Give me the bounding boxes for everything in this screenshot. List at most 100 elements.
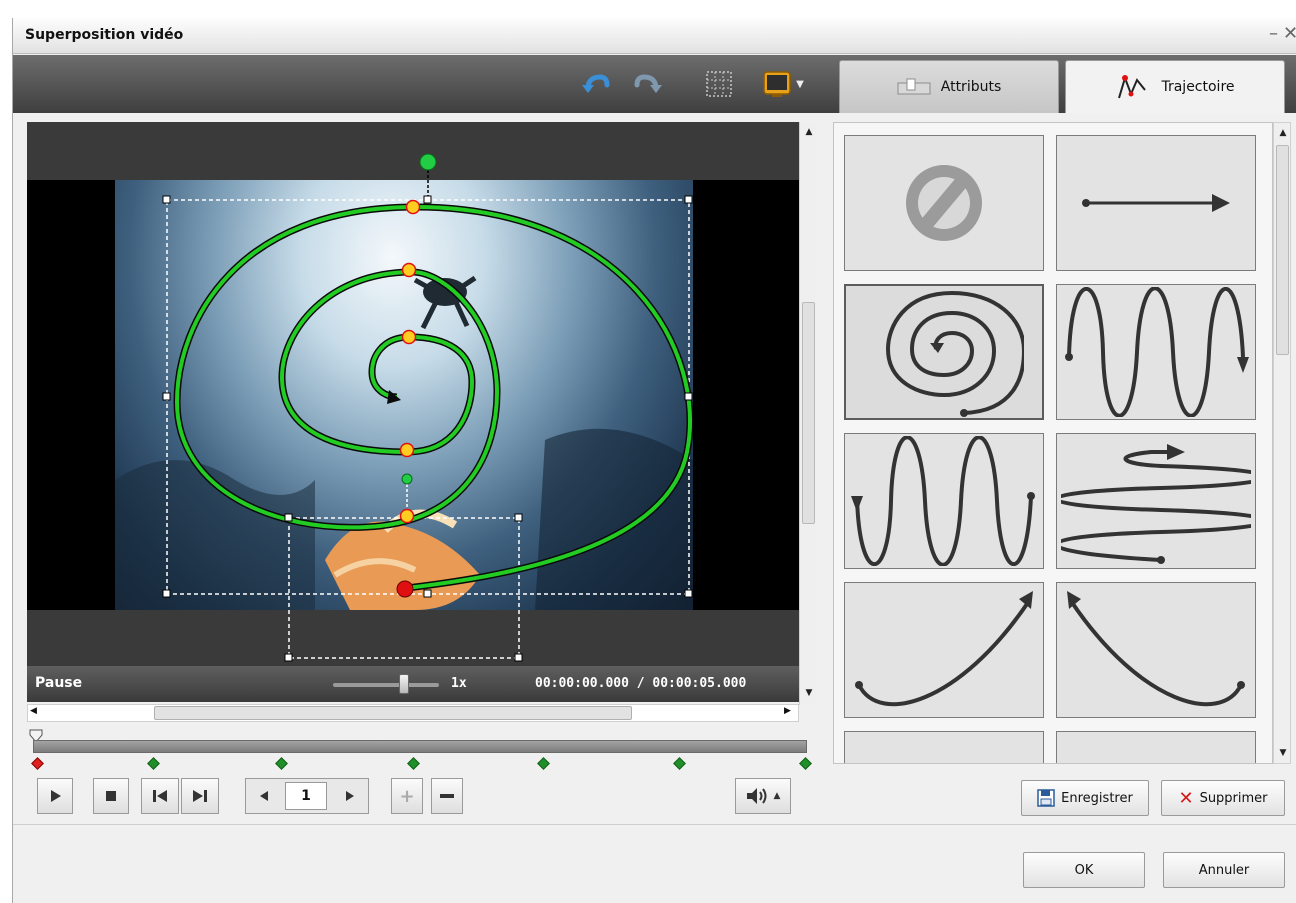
previous-keyframe-button[interactable] (141, 778, 179, 814)
attributes-icon (897, 78, 931, 95)
undo-button[interactable] (579, 68, 611, 100)
scroll-right-icon[interactable]: ▶ (784, 706, 791, 716)
plus-icon: + (399, 785, 415, 807)
tab-trajectoire[interactable]: Trajectoire (1065, 60, 1285, 113)
sine-wave-up-icon (851, 436, 1035, 566)
curve-up-left-icon (1067, 591, 1245, 707)
chevron-down-icon: ▼ (796, 78, 804, 90)
save-preset-button[interactable]: Enregistrer (1021, 780, 1149, 816)
playback-status-bar: Pause 1x 00:00:00.000 / 00:00:05.000 (27, 666, 799, 702)
minus-icon (440, 794, 454, 798)
curve-up-right-icon (855, 591, 1033, 707)
gallery-scroll-thumb[interactable] (1276, 145, 1289, 355)
redo-icon (634, 74, 662, 93)
time-readout: 00:00:00.000 / 00:00:05.000 (535, 676, 747, 691)
sine-wave-down-icon (1065, 287, 1249, 417)
redo-button[interactable] (633, 68, 665, 100)
gallery-scrollbar[interactable]: ▲ ▼ (1273, 122, 1291, 764)
speaker-icon (746, 788, 767, 804)
stop-icon (106, 791, 116, 801)
tab-trajectoire-label: Trajectoire (1161, 79, 1235, 95)
keyframe-marker[interactable] (275, 757, 288, 770)
chevron-left-icon (260, 791, 268, 801)
footer-divider (13, 824, 1296, 825)
save-label: Enregistrer (1061, 790, 1133, 806)
rotation-handle[interactable] (419, 153, 437, 171)
straight-arrow-icon (1082, 194, 1230, 212)
frame-number-field[interactable]: 1 (285, 782, 327, 810)
tab-attributs-label: Attributs (940, 79, 1002, 95)
add-keyframe-button[interactable]: + (391, 778, 423, 814)
speed-slider-handle[interactable] (399, 674, 409, 694)
scroll-up-icon[interactable]: ▲ (1275, 125, 1291, 141)
skip-forward-icon (193, 790, 207, 802)
no-trajectory-icon (906, 165, 982, 241)
preset-spiral[interactable] (844, 284, 1044, 420)
delete-x-icon: ✕ (1178, 787, 1194, 809)
delete-preset-button[interactable]: ✕ Supprimer (1161, 780, 1285, 816)
title-bar: Superposition vidéo – ✕ (13, 18, 1296, 54)
remove-keyframe-button[interactable] (431, 778, 463, 814)
keyframe-marker[interactable] (799, 757, 812, 770)
play-icon (51, 790, 61, 802)
preview-scrollbar-vertical[interactable]: ▲ ▼ (799, 122, 817, 705)
keyframe-marker[interactable] (147, 757, 160, 770)
cancel-button[interactable]: Annuler (1163, 852, 1285, 888)
frame-next-button[interactable] (333, 778, 367, 814)
spiral-icon (885, 290, 1024, 417)
minimize-icon[interactable]: – (1269, 24, 1278, 44)
horizontal-zigzag-icon (1061, 444, 1251, 564)
stop-button[interactable] (93, 778, 129, 814)
preset-zigzag-horizontal[interactable] (1056, 433, 1256, 569)
delete-label: Supprimer (1199, 790, 1268, 806)
ok-label: OK (1074, 862, 1094, 878)
window-title: Superposition vidéo (25, 27, 184, 43)
preview-scrollbar-horizontal[interactable]: ◀ ▶ (27, 704, 799, 722)
timeline-track[interactable] (33, 740, 807, 753)
volume-button[interactable]: ▲ (735, 778, 791, 814)
speed-label: 1x (451, 676, 467, 691)
keyframe-marker[interactable] (407, 757, 420, 770)
preset-no-trajectory[interactable] (844, 135, 1044, 271)
scroll-thumb[interactable] (802, 302, 815, 524)
video-overlay-window: Superposition vidéo – ✕ ▼ Attributs Traj… (12, 18, 1296, 903)
chevron-up-icon: ▲ (773, 791, 781, 801)
start-point[interactable] (396, 580, 414, 598)
tab-attributs[interactable]: Attributs (839, 60, 1059, 113)
scroll-down-icon[interactable]: ▼ (1275, 745, 1291, 761)
trajectory-icon (1118, 74, 1147, 99)
keyframe-marker[interactable] (673, 757, 686, 770)
ok-button[interactable]: OK (1023, 852, 1145, 888)
play-button[interactable] (37, 778, 73, 814)
preset-wave-down[interactable] (1056, 284, 1256, 420)
trajectory-overlay (162, 153, 694, 662)
scroll-left-icon[interactable]: ◀ (30, 706, 37, 716)
preset-wave-up[interactable] (844, 433, 1044, 569)
preset-curve-up-left[interactable] (1056, 582, 1256, 718)
next-keyframe-button[interactable] (181, 778, 219, 814)
keyframe-start[interactable] (31, 757, 44, 770)
scroll-up-icon[interactable]: ▲ (801, 124, 817, 140)
cancel-label: Annuler (1198, 862, 1250, 878)
close-icon[interactable]: ✕ (1283, 24, 1296, 44)
speed-slider[interactable] (333, 683, 439, 687)
grid-button[interactable] (703, 68, 735, 100)
frame-prev-button[interactable] (247, 778, 281, 814)
monitor-menu-button[interactable]: ▼ (755, 68, 811, 100)
toolbar: ▼ Attributs Trajectoire (13, 55, 1296, 113)
monitor-icon (763, 71, 791, 97)
save-icon (1037, 789, 1055, 807)
undo-icon (582, 74, 610, 93)
horizontal-scroll-thumb[interactable] (154, 706, 632, 720)
preset-arrow-right-curve[interactable] (1056, 731, 1256, 763)
trajectory-gallery (833, 122, 1273, 764)
preset-curve-up-right[interactable] (844, 582, 1044, 718)
scroll-down-icon[interactable]: ▼ (801, 685, 817, 701)
chevron-right-icon (346, 791, 354, 801)
playback-state: Pause (35, 675, 83, 691)
preset-straight[interactable] (1056, 135, 1256, 271)
grid-icon (706, 71, 732, 97)
keyframe-marker[interactable] (537, 757, 550, 770)
preset-arrow-left[interactable] (844, 731, 1044, 763)
video-preview[interactable] (27, 122, 799, 666)
